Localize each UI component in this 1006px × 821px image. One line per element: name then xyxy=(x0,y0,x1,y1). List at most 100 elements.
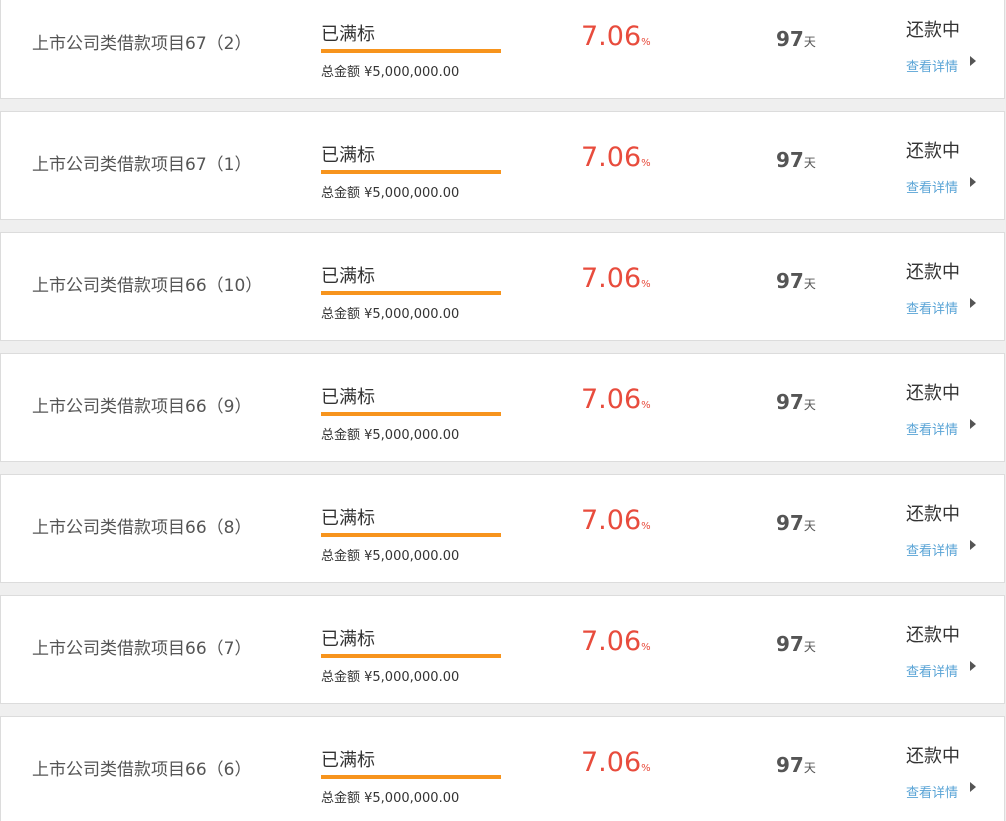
funding-status: 已满标 xyxy=(321,629,375,650)
interest-rate-value: 7.06 xyxy=(581,626,642,657)
caret-right-icon[interactable] xyxy=(970,540,976,550)
funding-progress-bar xyxy=(321,291,501,295)
view-details-link[interactable]: 查看详情 xyxy=(906,298,958,317)
loan-term-value: 97 xyxy=(776,27,804,51)
view-details-link[interactable]: 查看详情 xyxy=(906,661,958,680)
repayment-status: 还款中 xyxy=(906,20,960,41)
repayment-status: 还款中 xyxy=(906,383,960,404)
loan-term-unit: 天 xyxy=(803,398,816,412)
loan-term-value: 97 xyxy=(776,269,804,293)
interest-rate-value: 7.06 xyxy=(581,21,642,52)
loan-row[interactable]: 上市公司类借款项目67（2） 已满标总金额 ¥5,000,000.00 7.06% 9… xyxy=(0,0,1005,99)
interest-rate-unit: % xyxy=(641,400,651,411)
loan-row[interactable]: 上市公司类借款项目67（1） 已满标 总金额 ¥5,000,000.00 7.06% 9… xyxy=(0,111,1005,220)
caret-right-icon[interactable] xyxy=(970,782,976,792)
funding-progress-bar xyxy=(321,412,501,416)
interest-rate-value: 7.06 xyxy=(581,505,642,536)
funding-progress-bar xyxy=(321,170,501,174)
interest-rate-unit: % xyxy=(641,763,651,774)
loan-list: 上市公司类借款项目67（2） 已满标 总金额 ¥5,000,000.00 7.06% 9… xyxy=(0,0,1006,821)
loan-term-value: 97 xyxy=(776,148,804,172)
interest-rate: 7.06% xyxy=(581,626,651,657)
repayment-status: 还款中 xyxy=(906,141,960,162)
loan-term: 97天 xyxy=(776,632,816,656)
funding-status: 已满标 xyxy=(321,24,375,45)
loan-title[interactable]: 上市公司类借款项目66（9） xyxy=(32,392,251,417)
repayment-status: 还款中 xyxy=(906,262,960,283)
repayment-status: 还款中 xyxy=(906,746,960,767)
loan-title[interactable]: 上市公司类借款项目66（7） xyxy=(32,634,251,659)
loan-row[interactable]: 上市公司类借款项目66（6） 已满标总金额 ¥5,000,000.00 7.06% 9… xyxy=(0,716,1005,821)
interest-rate: 7.06% xyxy=(581,384,651,415)
caret-right-icon[interactable] xyxy=(970,419,976,429)
repayment-status: 还款中 xyxy=(906,504,960,525)
funding-progress-bar xyxy=(321,775,501,779)
loan-term-unit: 天 xyxy=(803,640,816,654)
interest-rate-value: 7.06 xyxy=(581,263,642,294)
loan-term-unit: 天 xyxy=(803,277,816,291)
interest-rate-unit: % xyxy=(641,37,651,48)
funding-progress-bar xyxy=(321,49,501,53)
loan-term: 97天 xyxy=(776,390,816,414)
loan-title[interactable]: 上市公司类借款项目66（6） xyxy=(32,755,251,780)
caret-right-icon[interactable] xyxy=(970,177,976,187)
funding-status: 已满标 xyxy=(321,387,375,408)
interest-rate: 7.06% xyxy=(581,21,651,52)
loan-term-value: 97 xyxy=(776,753,804,777)
interest-rate-value: 7.06 xyxy=(581,747,642,778)
funding-progress-fill xyxy=(321,654,501,658)
funding-status: 已满标 xyxy=(321,266,375,287)
interest-rate-unit: % xyxy=(641,279,651,290)
interest-rate: 7.06% xyxy=(581,263,651,294)
funding-status: 已满标 xyxy=(321,750,375,771)
view-details-link[interactable]: 查看详情 xyxy=(906,177,958,196)
view-details-link[interactable]: 查看详情 xyxy=(906,782,958,801)
interest-rate-unit: % xyxy=(641,521,651,532)
caret-right-icon[interactable] xyxy=(970,298,976,308)
loan-row[interactable]: 上市公司类借款项目66（8） 已满标总金额 ¥5,000,000.00 7.06% 9… xyxy=(0,474,1005,583)
view-details-link[interactable]: 查看详情 xyxy=(906,540,958,559)
loan-title[interactable]: 上市公司类借款项目67（1） xyxy=(32,150,251,175)
loan-term-unit: 天 xyxy=(803,35,816,49)
loan-row[interactable]: 上市公司类借款项目66（7） 已满标总金额 ¥5,000,000.00 7.06% 9… xyxy=(0,595,1005,704)
total-amount: 总金额 ¥5,000,000.00 xyxy=(321,791,460,806)
total-amount: 总金额 ¥5,000,000.00 xyxy=(321,186,460,201)
interest-rate-value: 7.06 xyxy=(581,142,642,173)
funding-progress-fill xyxy=(321,170,501,174)
interest-rate-unit: % xyxy=(641,642,651,653)
total-amount: 总金额 ¥5,000,000.00 xyxy=(321,65,460,80)
funding-progress-fill xyxy=(321,533,501,537)
loan-term: 97天 xyxy=(776,269,816,293)
view-details-link[interactable]: 查看详情 xyxy=(906,56,958,75)
loan-term: 97天 xyxy=(776,511,816,535)
interest-rate: 7.06% xyxy=(581,142,651,173)
interest-rate: 7.06% xyxy=(581,747,651,778)
loan-title[interactable]: 上市公司类借款项目67（2） xyxy=(32,29,251,54)
repayment-status: 还款中 xyxy=(906,625,960,646)
funding-status: 已满标 xyxy=(321,508,375,529)
loan-term: 97天 xyxy=(776,27,816,51)
loan-title[interactable]: 上市公司类借款项目66（10） xyxy=(32,271,262,296)
view-details-link[interactable]: 查看详情 xyxy=(906,419,958,438)
loan-row[interactable]: 上市公司类借款项目66（10） 已满标总金额 ¥5,000,000.00 7.06%… xyxy=(0,232,1005,341)
loan-term-value: 97 xyxy=(776,511,804,535)
loan-term-value: 97 xyxy=(776,632,804,656)
total-amount: 总金额 ¥5,000,000.00 xyxy=(321,307,460,322)
interest-rate: 7.06% xyxy=(581,505,651,536)
caret-right-icon[interactable] xyxy=(970,56,976,66)
loan-term-unit: 天 xyxy=(803,519,816,533)
loan-term-value: 97 xyxy=(776,390,804,414)
loan-row[interactable]: 上市公司类借款项目66（9） 已满标 总金额 ¥5,000,000.00 7.06% 9… xyxy=(0,353,1005,462)
funding-progress-bar xyxy=(321,654,501,658)
loan-term: 97天 xyxy=(776,753,816,777)
total-amount: 总金额 ¥5,000,000.00 xyxy=(321,549,460,564)
interest-rate-value: 7.06 xyxy=(581,384,642,415)
loan-term: 97天 xyxy=(776,148,816,172)
total-amount: 总金额 ¥5,000,000.00 xyxy=(321,670,460,685)
loan-title[interactable]: 上市公司类借款项目66（8） xyxy=(32,513,251,538)
funding-progress-fill xyxy=(321,49,501,53)
funding-progress-fill xyxy=(321,775,501,779)
caret-right-icon[interactable] xyxy=(970,661,976,671)
funding-progress-fill xyxy=(321,291,501,295)
loan-term-unit: 天 xyxy=(803,761,816,775)
